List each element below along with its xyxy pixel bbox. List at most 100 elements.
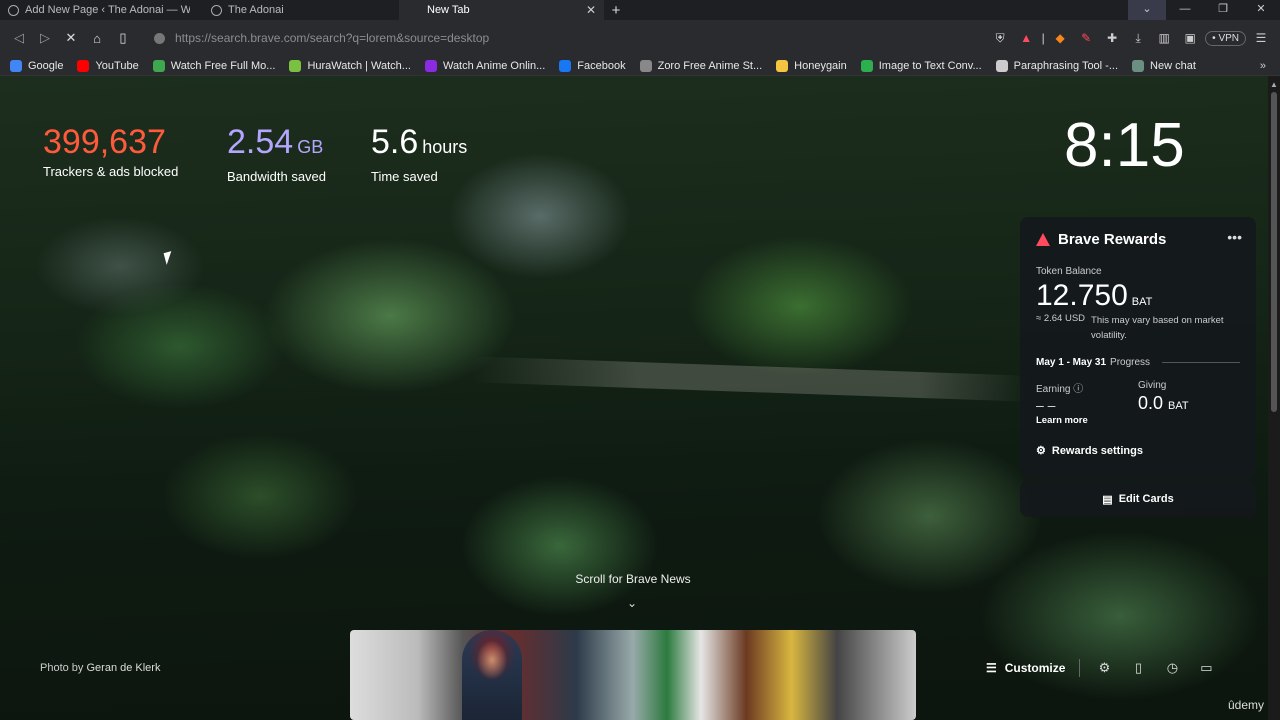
chevron-down-icon[interactable]: ⌄: [1128, 0, 1166, 20]
brave-rewards-card: Brave Rewards ••• Token Balance 12.750 BA…: [1020, 217, 1256, 479]
sliders-icon: ☰: [986, 661, 997, 675]
earning-section: Earning ⓘ – – Learn more: [1036, 380, 1138, 426]
more-options-icon[interactable]: •••: [1227, 229, 1242, 245]
menu-icon[interactable]: ☰: [1250, 27, 1272, 49]
bookmark-item[interactable]: Image to Text Conv...: [860, 59, 982, 72]
brave-talk-icon[interactable]: ▭: [1196, 658, 1216, 678]
scroll-for-news[interactable]: Scroll for Brave News: [560, 572, 706, 586]
window-controls: ⌄ — ❐ ✕: [1128, 0, 1280, 20]
bookmark-label: YouTube: [95, 59, 139, 72]
bandwidth-label: Bandwidth saved: [227, 169, 327, 184]
tab-new-tab[interactable]: New Tab ✕: [399, 0, 604, 20]
anime-icon: [424, 59, 437, 72]
mouse-cursor: [163, 251, 175, 265]
quill-icon: [995, 59, 1008, 72]
trackers-label: Trackers & ads blocked: [43, 164, 179, 179]
token-balance-value: 12.750: [1036, 279, 1128, 312]
new-tab-button[interactable]: +: [604, 2, 628, 19]
stop-button[interactable]: ✕: [58, 30, 84, 46]
earning-value: – –: [1036, 397, 1056, 413]
bookmark-label: Image to Text Conv...: [878, 59, 982, 72]
bookmark-label: Watch Anime Onlin...: [442, 59, 546, 72]
url-text: https://search.brave.com/search?q=lorem&…: [175, 31, 490, 45]
news-preview-card[interactable]: [350, 630, 916, 720]
bandwidth-stat: 2.54 GB Bandwidth saved: [227, 122, 326, 184]
brave-shields-icon[interactable]: ⛨: [989, 27, 1011, 49]
brave-rewards-icon[interactable]: ▲: [1015, 27, 1037, 49]
tab-title: Add New Page ‹ The Adonai — WordPress: [25, 4, 190, 16]
close-icon[interactable]: ✕: [586, 3, 596, 17]
bookmark-item[interactable]: Honeygain: [776, 59, 847, 72]
site-info-icon[interactable]: [154, 32, 165, 44]
customize-label: Customize: [1004, 661, 1066, 675]
giving-section: Giving 0.0 BAT: [1138, 380, 1240, 426]
period-label: May 1 - May 31: [1036, 357, 1107, 368]
bookmark-item[interactable]: New chat: [1132, 59, 1196, 72]
bookmark-item[interactable]: Watch Free Full Mo...: [152, 59, 275, 72]
time-label: Time saved: [371, 169, 438, 184]
bookmark-item[interactable]: Watch Anime Onlin...: [424, 59, 546, 72]
learn-more-link[interactable]: Learn more: [1036, 415, 1138, 426]
photo-credit[interactable]: Photo by Geran de Klerk: [40, 662, 160, 674]
extension-key-icon[interactable]: ✎: [1075, 27, 1097, 49]
youtube-icon: [77, 59, 90, 72]
info-icon[interactable]: ⓘ: [1073, 384, 1083, 395]
time-stat: 5.6 hours Time saved: [371, 122, 467, 184]
bandwidth-unit: GB: [297, 137, 324, 157]
back-button[interactable]: ◁: [6, 30, 32, 46]
vpn-button[interactable]: • VPN: [1205, 30, 1246, 46]
wordpress-icon: [8, 4, 19, 16]
zoro-icon: [639, 59, 652, 72]
chevron-down-icon[interactable]: ⌄: [627, 596, 637, 610]
bookmark-icon[interactable]: ▯: [110, 30, 136, 46]
bookmarks-overflow-icon[interactable]: »: [1260, 60, 1266, 72]
bookmark-item[interactable]: Facebook: [559, 59, 626, 72]
minimize-button[interactable]: —: [1166, 0, 1204, 20]
progress-label: Progress: [1110, 357, 1151, 368]
tab-add-new-page[interactable]: Add New Page ‹ The Adonai — WordPress: [0, 0, 203, 20]
bookmark-item[interactable]: Paraphrasing Tool -...: [995, 59, 1118, 72]
tab-title: New Tab: [427, 4, 470, 16]
image-text-icon: [860, 59, 873, 72]
bookmark-item[interactable]: YouTube: [77, 59, 139, 72]
metamask-icon[interactable]: ◆: [1049, 27, 1071, 49]
balance-unit: BAT: [1131, 296, 1153, 308]
news-image-person: [462, 630, 522, 720]
restore-button[interactable]: ❐: [1204, 0, 1242, 20]
token-balance-label: Token Balance: [1036, 266, 1102, 277]
earning-label: Earning: [1036, 384, 1071, 395]
divider: [1079, 659, 1081, 677]
bookmarks-bar: Google YouTube Watch Free Full Mo... HuraWa…: [0, 56, 1280, 76]
customize-button[interactable]: ☰ Customize: [986, 661, 1065, 675]
bookmarks-icon[interactable]: ▯: [1128, 658, 1148, 678]
forward-button[interactable]: ▷: [32, 30, 58, 46]
honeygain-icon: [776, 59, 789, 72]
wallet-icon[interactable]: ▣: [1179, 27, 1201, 49]
bookmark-item[interactable]: HuraWatch | Watch...: [289, 59, 411, 72]
photo-credit-prefix: Photo by: [40, 662, 84, 674]
scroll-up-icon[interactable]: ▲: [1270, 80, 1278, 89]
rewards-settings-button[interactable]: ⚙ Rewards settings: [1036, 444, 1240, 458]
close-window-button[interactable]: ✕: [1242, 0, 1280, 20]
udemy-watermark: ûdemy: [1228, 698, 1265, 712]
bottom-toolbar: ☰ Customize ⚙ ▯ ◷ ▭: [986, 658, 1216, 678]
edit-cards-button[interactable]: ▤ Edit Cards: [1020, 481, 1256, 517]
address-bar[interactable]: https://search.brave.com/search?q=lorem&…: [146, 24, 966, 52]
bookmark-item[interactable]: Zoro Free Anime St...: [639, 59, 763, 72]
home-icon[interactable]: ⌂: [84, 31, 110, 46]
tab-the-adonai[interactable]: The Adonai: [203, 0, 399, 20]
settings-icon[interactable]: ⚙: [1094, 658, 1114, 678]
bookmark-label: New chat: [1150, 59, 1196, 72]
download-icon[interactable]: ⤓: [1127, 27, 1149, 49]
sidebar-icon[interactable]: ▥: [1153, 27, 1175, 49]
edit-cards-label: Edit Cards: [1118, 493, 1174, 505]
extensions-icon[interactable]: ✚: [1101, 27, 1123, 49]
scrollbar-thumb[interactable]: [1271, 92, 1277, 412]
bookmark-label: Facebook: [577, 59, 626, 72]
history-icon[interactable]: ◷: [1162, 658, 1182, 678]
background-road: [469, 356, 1031, 402]
bookmark-item[interactable]: Google: [10, 59, 63, 72]
page-scrollbar[interactable]: ▲: [1268, 76, 1280, 720]
usd-value: ≈ 2.64 USD: [1036, 313, 1086, 324]
bookmark-label: Zoro Free Anime St...: [657, 59, 763, 72]
